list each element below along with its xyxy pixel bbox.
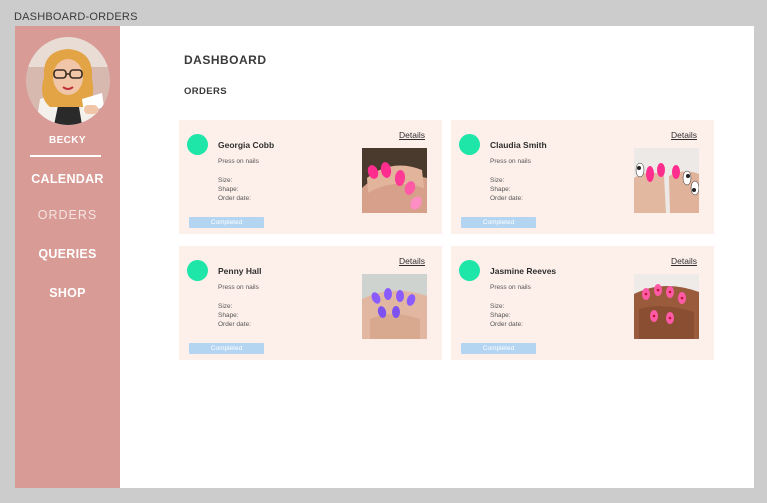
order-card[interactable]: Jasmine Reeves Details Press on nails Si… [451,246,714,360]
nav-shop[interactable]: SHOP [15,286,120,300]
details-link[interactable]: Details [671,130,697,140]
section-title: ORDERS [184,86,228,97]
sidebar: BECKY CALENDAR ORDERS QUERIES SHOP [15,26,120,488]
details-link[interactable]: Details [399,130,425,140]
shape-label: Shape: [490,312,511,319]
size-label: Size: [490,177,505,184]
product-label: Press on nails [218,158,259,165]
status-badge: Completed [461,217,536,228]
order-date-label: Order date: [218,321,251,328]
nails-hot-pink-photo[interactable] [362,148,427,213]
status-badge: Completed [461,343,536,354]
order-date-label: Order date: [490,321,523,328]
order-card[interactable]: Claudia Smith Details Press on nails Siz… [451,120,714,234]
product-label: Press on nails [490,158,531,165]
status-dot [187,260,208,281]
nails-pink-cow-print-photo[interactable] [634,148,699,213]
frame-label: DASHBOARD-ORDERS [14,11,138,23]
nails-purple-photo[interactable] [362,274,427,339]
shape-label: Shape: [218,186,239,193]
divider [30,155,101,157]
user-name: BECKY [48,135,86,146]
customer-name: Claudia Smith [490,140,547,150]
order-card[interactable]: Penny Hall Details Press on nails Size: … [179,246,442,360]
nav-queries[interactable]: QUERIES [15,247,120,261]
shape-label: Shape: [218,312,239,319]
size-label: Size: [218,303,233,310]
status-dot [459,260,480,281]
status-dot [459,134,480,155]
customer-name: Georgia Cobb [218,140,275,150]
customer-name: Jasmine Reeves [490,266,557,276]
order-date-label: Order date: [490,195,523,202]
size-label: Size: [218,177,233,184]
details-link[interactable]: Details [671,256,697,266]
nav-calendar[interactable]: CALENDAR [15,172,120,186]
main-content: DASHBOARD ORDERS Georgia Cobb Details Pr… [120,26,754,488]
shape-label: Shape: [490,186,511,193]
customer-name: Penny Hall [218,266,262,276]
page-title: DASHBOARD [184,53,267,67]
app-frame: BECKY CALENDAR ORDERS QUERIES SHOP DASHB… [15,26,754,488]
nav-orders[interactable]: ORDERS [15,208,120,222]
product-label: Press on nails [218,284,259,291]
nails-pink-hearts-photo[interactable] [634,274,699,339]
details-link[interactable]: Details [399,256,425,266]
status-badge: Completed [189,343,264,354]
product-label: Press on nails [490,284,531,291]
status-badge: Completed [189,217,264,228]
status-dot [187,134,208,155]
order-card[interactable]: Georgia Cobb Details Press on nails Size… [179,120,442,234]
avatar[interactable] [26,37,110,125]
order-date-label: Order date: [218,195,251,202]
size-label: Size: [490,303,505,310]
